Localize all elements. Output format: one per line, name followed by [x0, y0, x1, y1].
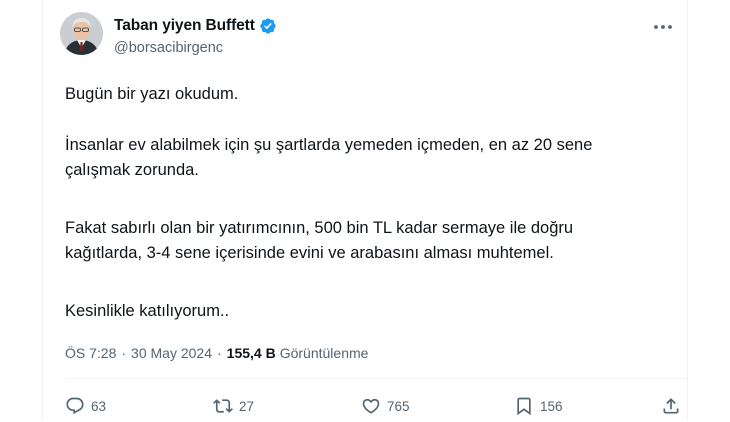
profile-photo-icon	[60, 12, 103, 55]
like-button[interactable]: 765	[361, 396, 410, 416]
retweet-icon	[213, 399, 233, 413]
tweet-card: Taban yiyen Buffett @borsacibirgenc Bugü…	[42, 0, 688, 420]
author-name-row: Taban yiyen Buffett	[114, 16, 277, 36]
retweet-button[interactable]: 27	[213, 396, 254, 416]
bookmark-icon	[517, 397, 531, 416]
meta-separator: ·	[217, 345, 222, 361]
tweet-date[interactable]: 30 May 2024	[131, 343, 212, 363]
more-options-icon[interactable]	[653, 22, 673, 32]
heart-icon	[362, 398, 380, 414]
like-count: 765	[387, 398, 410, 414]
tweet-paragraph: Kesinlikle katılıyorum..	[65, 302, 230, 320]
tweet-paragraph: Fakat sabırlı olan bir yatırımcının, 500…	[65, 219, 574, 262]
tweet-time[interactable]: ÖS 7:28	[65, 343, 116, 363]
views-label: Görüntülenme	[279, 345, 369, 361]
reply-count: 63	[91, 398, 107, 414]
tweet-meta: ÖS 7:28 · 30 May 2024 · 155,4 B Görüntül…	[65, 343, 368, 363]
meta-separator: ·	[121, 345, 127, 361]
reply-button[interactable]: 63	[65, 396, 106, 416]
divider	[65, 378, 687, 379]
action-bar: 63 27 765 156	[65, 396, 705, 422]
author-display-name[interactable]: Taban yiyen Buffett	[114, 16, 255, 36]
tweet-paragraph: İnsanlar ev alabilmek için şu şartlarda …	[65, 136, 593, 179]
bookmark-count: 156	[540, 398, 563, 414]
share-button[interactable]	[661, 396, 681, 416]
retweet-count: 27	[239, 398, 255, 414]
reply-icon	[66, 397, 84, 415]
verified-badge-icon	[259, 17, 277, 35]
views-count: 155,4 B	[226, 345, 276, 361]
avatar[interactable]	[60, 12, 103, 55]
share-icon	[663, 398, 679, 414]
tweet-paragraph: Bugün bir yazı okudum.	[65, 85, 239, 103]
bookmark-button[interactable]: 156	[514, 396, 563, 416]
author-handle[interactable]: @borsacibirgenc	[114, 39, 223, 57]
